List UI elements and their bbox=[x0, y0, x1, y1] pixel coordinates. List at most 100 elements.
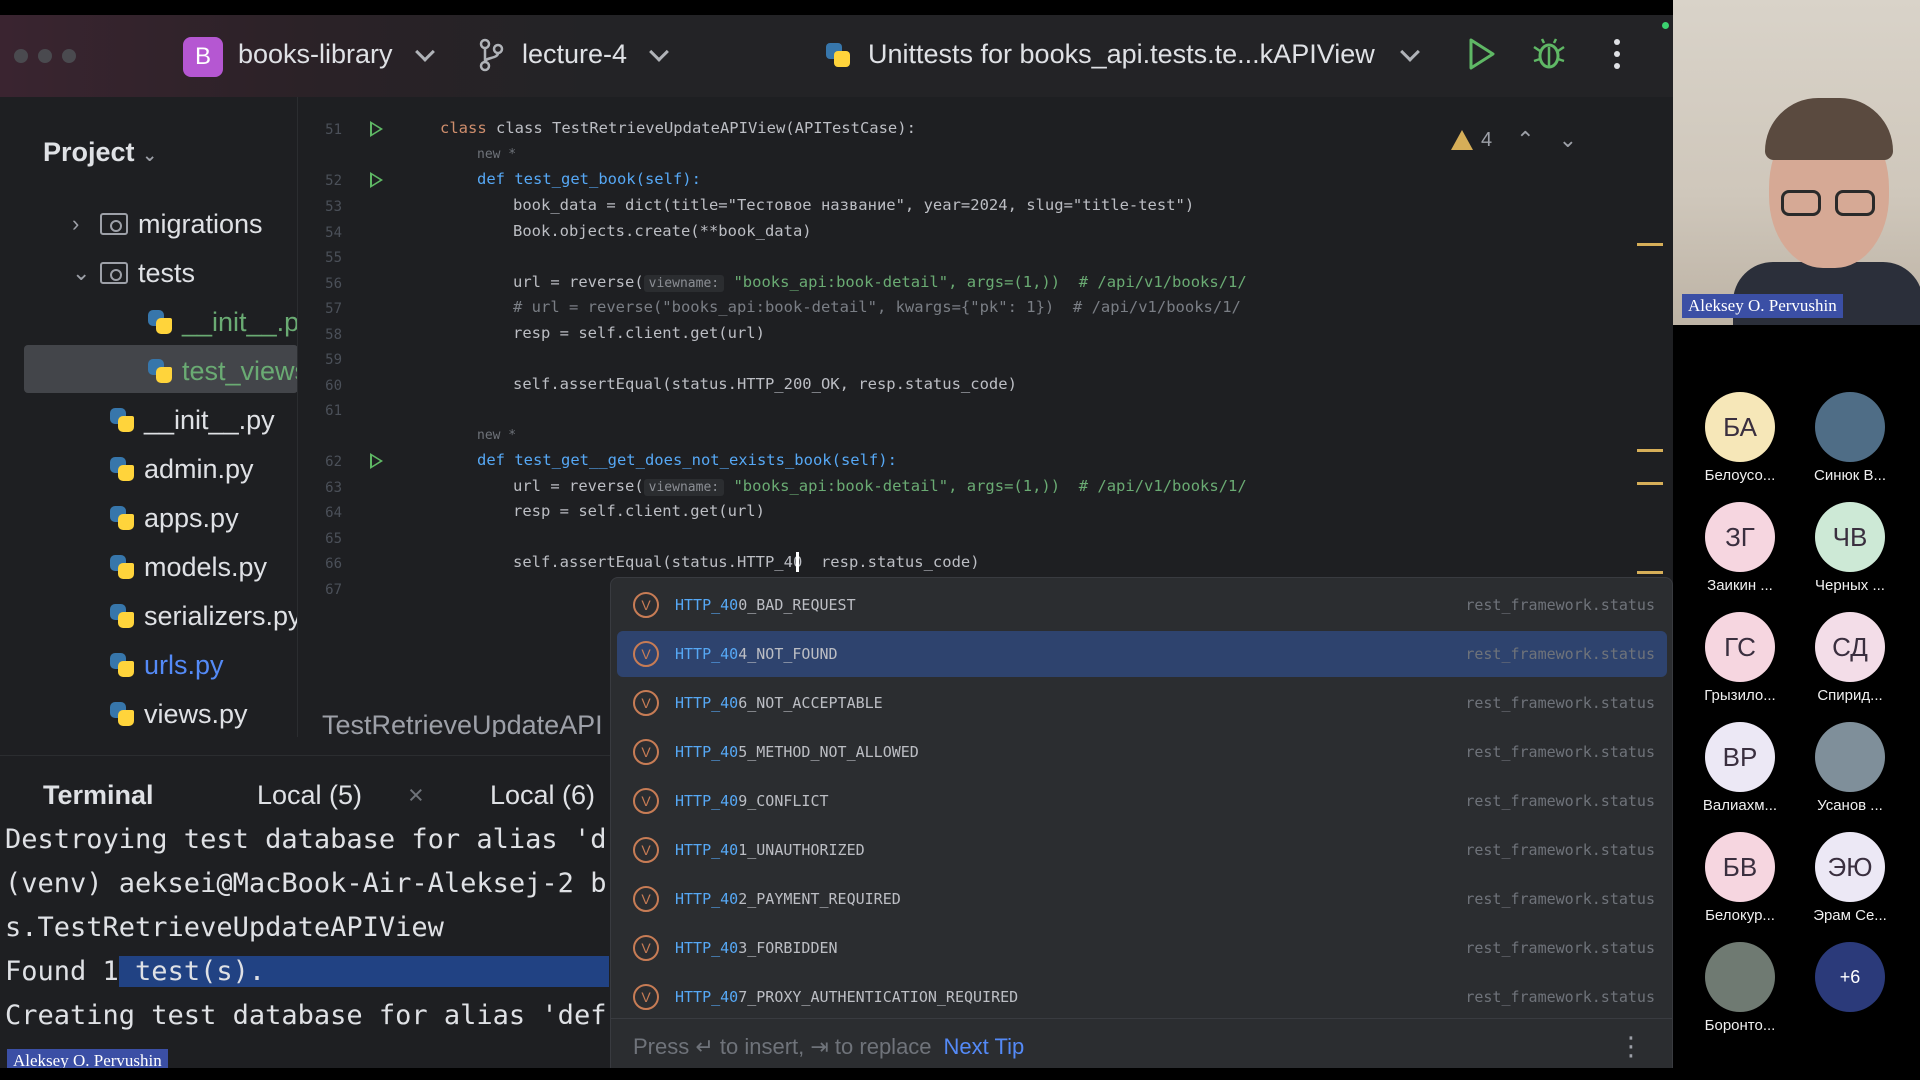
run-icon[interactable] bbox=[1466, 37, 1496, 71]
chevron-down-icon[interactable] bbox=[649, 42, 669, 62]
folder-icon bbox=[100, 262, 128, 284]
completion-popup[interactable]: V HTTP_400_BAD_REQUEST rest_framework.stat… bbox=[610, 577, 1673, 1068]
code-line-62: def test_get__get_does_not_exists_book(s… bbox=[477, 451, 897, 469]
more-options-icon[interactable]: ⋮ bbox=[1618, 1031, 1644, 1062]
python-file-icon bbox=[108, 651, 136, 679]
tree-item-serializers[interactable]: serializers.py bbox=[108, 594, 297, 638]
participant-name: Синюк В... bbox=[1814, 467, 1886, 484]
run-test-gutter-icon[interactable] bbox=[370, 453, 383, 469]
next-tip-link[interactable]: Next Tip bbox=[944, 1034, 1025, 1060]
code-line-53: book_data = dict(title="Тестовое названи… bbox=[513, 196, 1195, 214]
branch-name[interactable]: lecture-4 bbox=[522, 39, 627, 70]
variable-icon: V bbox=[633, 592, 659, 618]
completion-name: HTTP_409_CONFLICT bbox=[675, 792, 1455, 810]
chevron-right-icon[interactable]: › bbox=[72, 211, 100, 237]
participant-tile[interactable]: ГС Грызило... bbox=[1685, 612, 1795, 704]
tree-item-label: urls.py bbox=[144, 649, 224, 680]
completion-match: HTTP_40 bbox=[675, 841, 739, 859]
parameter-hint: viewname: bbox=[643, 479, 725, 496]
project-name[interactable]: books-library bbox=[238, 39, 393, 70]
completion-match: HTTP_40 bbox=[675, 792, 739, 810]
run-test-gutter-icon[interactable] bbox=[370, 172, 383, 188]
tree-item-migrations[interactable]: › migrations bbox=[72, 202, 263, 246]
chevron-down-icon[interactable] bbox=[415, 42, 435, 62]
participant-tile[interactable]: СД Спирид... bbox=[1795, 612, 1905, 704]
python-file-icon bbox=[108, 700, 136, 728]
tree-item-tests-init[interactable]: __init__.py bbox=[146, 300, 297, 344]
speaker-video[interactable]: Aleksey O. Pervushin bbox=[1673, 0, 1920, 325]
python-file-icon bbox=[146, 308, 174, 336]
project-badge[interactable]: B bbox=[183, 37, 223, 77]
chevron-up-icon[interactable]: ⌃ bbox=[1516, 127, 1534, 153]
tree-item-apps[interactable]: apps.py bbox=[108, 496, 239, 540]
participant-tile[interactable]: ВР Валиахм... bbox=[1685, 722, 1795, 814]
completion-rest: 0_BAD_REQUEST bbox=[738, 596, 856, 614]
tree-item-urls[interactable]: urls.py bbox=[108, 643, 224, 687]
close-tab-icon[interactable]: × bbox=[408, 780, 424, 811]
completion-name: HTTP_403_FORBIDDEN bbox=[675, 939, 1455, 957]
terminal-line: Found 1 test(s). bbox=[5, 956, 609, 987]
line-number: 66 bbox=[325, 556, 342, 572]
completion-item[interactable]: V HTTP_403_FORBIDDEN rest_framework.status bbox=[617, 925, 1667, 971]
participant-name: Белокур... bbox=[1705, 907, 1775, 924]
python-file-icon bbox=[108, 553, 136, 581]
debug-icon[interactable] bbox=[1532, 37, 1566, 71]
participant-tile[interactable]: ЧВ Черных ... bbox=[1795, 502, 1905, 594]
terminal-title[interactable]: Terminal bbox=[43, 780, 154, 811]
code-line-66: self.assertEqual(status.HTTP_40 resp.sta… bbox=[513, 553, 980, 571]
participant-name: Валиахм... bbox=[1702, 797, 1778, 814]
participant-tile[interactable]: ЗГ Заикин ... bbox=[1685, 502, 1795, 594]
branch-icon bbox=[479, 38, 504, 72]
line-number: 56 bbox=[325, 276, 342, 292]
completion-item[interactable]: V HTTP_404_NOT_FOUND rest_framework.status bbox=[617, 631, 1667, 677]
line-number: 64 bbox=[325, 505, 342, 521]
participant-tile[interactable]: Усанов ... bbox=[1795, 722, 1905, 814]
project-panel-title[interactable]: Project ⌄ bbox=[43, 137, 157, 168]
completion-item[interactable]: V HTTP_400_BAD_REQUEST rest_framework.stat… bbox=[617, 582, 1667, 628]
tree-item-tests[interactable]: ⌄ tests bbox=[72, 251, 195, 295]
line-number: 65 bbox=[325, 531, 342, 547]
participant-tile[interactable]: БА Белоусо... bbox=[1685, 392, 1795, 484]
completion-name: HTTP_407_PROXY_AUTHENTICATION_REQUIRED bbox=[675, 988, 1455, 1006]
participant-tile[interactable]: Синюк В... bbox=[1795, 392, 1905, 484]
footer-hint: Press ↵ to insert, ⇥ to replace bbox=[633, 1033, 932, 1059]
completion-name: HTTP_400_BAD_REQUEST bbox=[675, 596, 1455, 614]
variable-icon: V bbox=[633, 641, 659, 667]
video-panel: Aleksey O. Pervushin БА Белоусо... Синюк В… bbox=[1673, 0, 1920, 1080]
run-test-gutter-icon[interactable] bbox=[370, 121, 383, 137]
chevron-down-icon[interactable]: ⌄ bbox=[72, 260, 100, 286]
completion-item[interactable]: V HTTP_402_PAYMENT_REQUIRED rest_framework… bbox=[617, 876, 1667, 922]
tab-local-5[interactable]: Local (5) bbox=[257, 780, 362, 811]
run-configuration[interactable]: Unittests for books_api.tests.te...kAPIV… bbox=[868, 39, 1375, 70]
chevron-down-icon[interactable]: ⌄ bbox=[1559, 127, 1577, 153]
completion-item[interactable]: V HTTP_406_NOT_ACCEPTABLE rest_framework.s… bbox=[617, 680, 1667, 726]
participant-tile[interactable]: +6 bbox=[1795, 942, 1905, 1017]
completion-rest: 9_CONFLICT bbox=[738, 792, 829, 810]
code-line-57: # url = reverse("books_api:book-detail",… bbox=[513, 298, 1241, 316]
tree-item-test-views[interactable]: test_views.py bbox=[146, 349, 297, 393]
tree-item-admin[interactable]: admin.py bbox=[108, 447, 254, 491]
completion-item[interactable]: V HTTP_407_PROXY_AUTHENTICATION_REQUIRED r… bbox=[617, 974, 1667, 1020]
completion-item[interactable]: V HTTP_405_METHOD_NOT_ALLOWED rest_framewo… bbox=[617, 729, 1667, 775]
tree-item-models[interactable]: models.py bbox=[108, 545, 267, 589]
completion-item[interactable]: V HTTP_409_CONFLICT rest_framework.status bbox=[617, 778, 1667, 824]
inspection-widget[interactable]: 4 ⌃ ⌄ bbox=[1451, 127, 1577, 153]
tree-item-init[interactable]: __init__.py bbox=[108, 398, 275, 442]
chevron-down-icon[interactable]: ⌄ bbox=[142, 145, 157, 165]
breadcrumb[interactable]: TestRetrieveUpdateAPI bbox=[322, 710, 603, 737]
line-number: 59 bbox=[325, 352, 342, 368]
scrollbar-marker bbox=[1637, 571, 1663, 574]
participant-tile[interactable]: ЭЮ Эрам Се... bbox=[1795, 832, 1905, 924]
more-options-icon[interactable] bbox=[1612, 37, 1622, 71]
tab-local-6[interactable]: Local (6) bbox=[490, 780, 595, 811]
tree-item-views[interactable]: views.py bbox=[108, 692, 248, 736]
participant-tile[interactable]: Боронто... bbox=[1685, 942, 1795, 1034]
line-number: 52 bbox=[325, 173, 342, 189]
chevron-down-icon[interactable] bbox=[1400, 42, 1420, 62]
screen: B books-library lecture-4 Unittests for … bbox=[0, 0, 1920, 1080]
window-controls[interactable] bbox=[14, 49, 76, 63]
project-title-label: Project bbox=[43, 137, 135, 167]
terminal-line: Creating test database for alias 'def bbox=[5, 1000, 607, 1031]
participant-tile[interactable]: БВ Белокур... bbox=[1685, 832, 1795, 924]
completion-item[interactable]: V HTTP_401_UNAUTHORIZED rest_framework.sta… bbox=[617, 827, 1667, 873]
